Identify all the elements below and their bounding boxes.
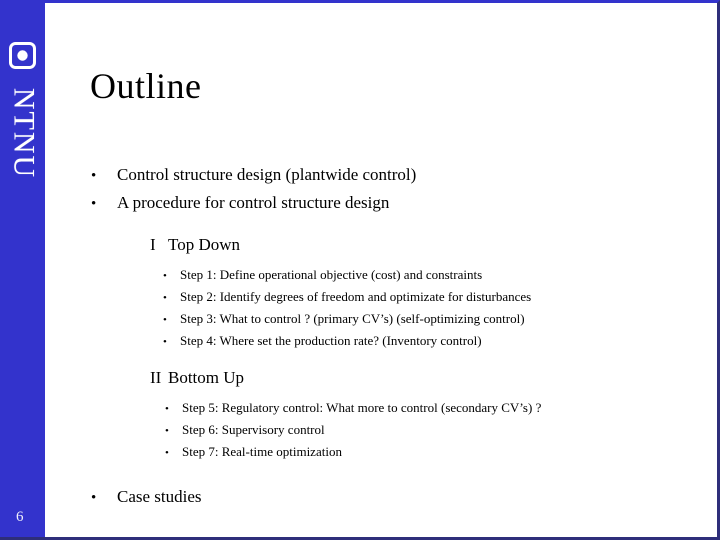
step-item: • Step 4: Where set the production rate?… (45, 330, 717, 352)
section-numeral: I (150, 235, 156, 254)
step-label: Step 4: Where set the production rate? (… (180, 333, 482, 348)
presentation-slide: NTNU 6 Outline • Control structure desig… (0, 0, 720, 540)
step-label: Step 1: Define operational objective (co… (180, 267, 483, 282)
slide-page-number: 6 (16, 509, 24, 525)
step-label: Step 2: Identify degrees of freedom and … (180, 289, 532, 304)
step-label: Step 6: Supervisory control (182, 422, 325, 437)
step-item: • Step 1: Define operational objective (… (45, 264, 717, 286)
ntnu-wordmark: NTNU (7, 87, 41, 180)
slide-content: Outline • Control structure design (plan… (45, 3, 717, 537)
bullet-glyph-icon: • (163, 314, 167, 326)
bullet-glyph-icon: • (165, 447, 169, 459)
bullet-glyph-icon: • (91, 490, 97, 506)
main-bullet-item: • Control structure design (plantwide co… (45, 161, 717, 189)
slide-body: • Control structure design (plantwide co… (45, 161, 717, 511)
step-label: Step 5: Regulatory control: What more to… (182, 400, 542, 415)
slide-title: Outline (90, 66, 202, 106)
main-bullet-label: A procedure for control structure design (117, 193, 390, 212)
main-bullet-item: • Case studies (45, 483, 717, 511)
section-heading-label: Bottom Up (168, 368, 245, 387)
section-heading: I Top Down (45, 231, 717, 258)
section-heading: II Bottom Up (45, 364, 717, 391)
step-item: • Step 5: Regulatory control: What more … (45, 397, 717, 419)
bullet-glyph-icon: • (165, 403, 169, 415)
step-item: • Step 2: Identify degrees of freedom an… (45, 286, 717, 308)
bullet-glyph-icon: • (163, 292, 167, 304)
section-numeral: II (150, 368, 162, 387)
step-label: Step 3: What to control ? (primary CV’s)… (180, 311, 525, 326)
step-item: • Step 7: Real-time optimization (45, 441, 717, 463)
bullet-glyph-icon: • (91, 196, 97, 212)
step-item: • Step 3: What to control ? (primary CV’… (45, 308, 717, 330)
main-bullet-label: Control structure design (plantwide cont… (117, 165, 417, 184)
bullet-glyph-icon: • (163, 270, 167, 282)
main-bullet-item: • A procedure for control structure desi… (45, 189, 717, 217)
section-heading-label: Top Down (168, 235, 241, 254)
bullet-glyph-icon: • (165, 425, 169, 437)
bullet-glyph-icon: • (163, 336, 167, 348)
step-item: • Step 6: Supervisory control (45, 419, 717, 441)
step-label: Step 7: Real-time optimization (182, 444, 342, 459)
main-bullet-label: Case studies (117, 487, 202, 506)
bullet-glyph-icon: • (91, 168, 97, 184)
slide-sidebar: NTNU 6 (0, 3, 45, 537)
